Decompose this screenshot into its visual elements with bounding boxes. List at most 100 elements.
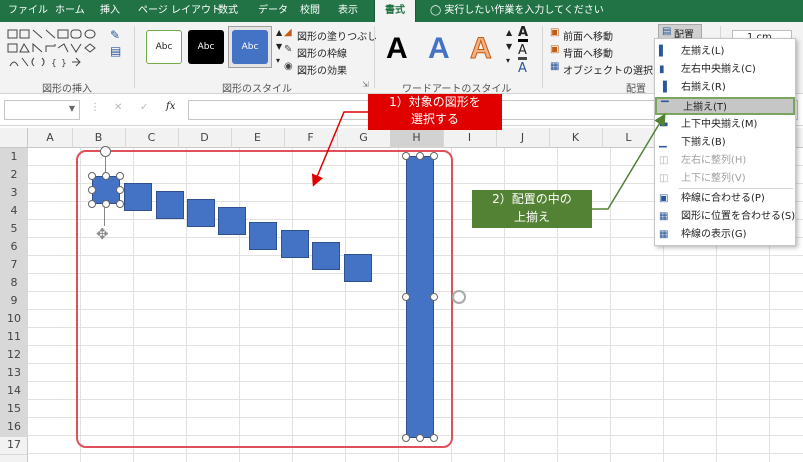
- row-header-1[interactable]: 1: [0, 148, 28, 167]
- column-header-g[interactable]: G: [337, 128, 391, 148]
- row-header-16[interactable]: 16: [0, 418, 28, 437]
- column-header-f[interactable]: F: [284, 128, 338, 148]
- gallery-scroll-up-icon[interactable]: ▲: [276, 28, 282, 37]
- text-outline-icon[interactable]: A: [518, 44, 527, 60]
- tab-format[interactable]: 書式: [374, 0, 416, 22]
- align-middle-icon: ▬: [659, 119, 669, 130]
- callout-step2-line1: 2）配置の中の: [492, 192, 572, 206]
- tab-data[interactable]: データ: [258, 0, 288, 22]
- view-gridlines-icon: ▦: [659, 229, 669, 240]
- row-header-7[interactable]: 7: [0, 256, 28, 275]
- edit-shape-icon[interactable]: ✎: [110, 28, 120, 42]
- cancel-icon[interactable]: ✕: [114, 102, 122, 113]
- wordart-scroll-up-icon[interactable]: ▲: [506, 28, 512, 37]
- gallery-scroll-down-icon[interactable]: ▼: [276, 42, 282, 51]
- enter-icon[interactable]: ✓: [140, 102, 148, 113]
- ribbon-separator: [134, 26, 135, 88]
- menu-item-align-top[interactable]: ▔ 上揃え(T): [655, 97, 795, 115]
- group-label-insert-shapes: 図形の挿入: [42, 84, 92, 95]
- formula-bar-grip-icon: ⋮: [90, 102, 100, 113]
- menu-item-view-gridlines[interactable]: ▦ 枠線の表示(G): [655, 226, 795, 244]
- menu-item-align-bottom[interactable]: ▁ 下揃え(B): [655, 134, 795, 152]
- column-header-h[interactable]: H: [390, 128, 444, 148]
- group-label-shape-styles: 図形のスタイル: [222, 84, 292, 95]
- row-header-10[interactable]: 10: [0, 310, 28, 329]
- bring-forward-button[interactable]: ▣ 前面へ移動: [550, 27, 650, 43]
- shape-outline-button[interactable]: ✎ 図形の枠線: [284, 44, 374, 60]
- shape-style-blue[interactable]: Abc: [232, 30, 268, 64]
- text-box-icon[interactable]: ▤: [110, 44, 121, 58]
- wordart-style-blue[interactable]: A: [428, 32, 450, 66]
- column-header-l[interactable]: L: [602, 128, 656, 148]
- row-header-8[interactable]: 8: [0, 274, 28, 293]
- insert-function-icon[interactable]: fx: [166, 101, 175, 112]
- wordart-more-icon[interactable]: ▾: [506, 56, 510, 65]
- row-header-5[interactable]: 5: [0, 220, 28, 239]
- ribbon-separator: [542, 26, 543, 88]
- row-header-12[interactable]: 12: [0, 346, 28, 365]
- selection-pane-icon: ▦: [550, 61, 560, 72]
- row-header-11[interactable]: 11: [0, 328, 28, 347]
- shape-effects-button[interactable]: ◉ 図形の効果: [284, 61, 374, 77]
- tab-home[interactable]: ホーム: [55, 0, 85, 22]
- row-header-14[interactable]: 14: [0, 382, 28, 401]
- ribbon-separator: [374, 26, 375, 88]
- row-header-9[interactable]: 9: [0, 292, 28, 311]
- shape-style-outline[interactable]: Abc: [146, 30, 182, 64]
- text-fill-icon[interactable]: A: [518, 26, 529, 42]
- dialog-launcher-icon[interactable]: ⇲: [362, 80, 369, 89]
- select-all-corner[interactable]: [0, 128, 28, 148]
- tab-review[interactable]: 校閲: [300, 0, 320, 22]
- callout-step1-line2: 選択する: [410, 112, 459, 126]
- row-header-4[interactable]: 4: [0, 202, 28, 221]
- menu-item-align-center[interactable]: ▮ 左右中央揃え(C): [655, 61, 795, 79]
- menu-item-align-left[interactable]: ▌ 左揃え(L): [655, 43, 795, 61]
- menu-item-label: 図形に位置を合わせる(S): [681, 211, 796, 222]
- menu-item-align-right[interactable]: ▐ 右揃え(R): [655, 79, 795, 97]
- menu-item-snap-to-shape[interactable]: ▦ 図形に位置を合わせる(S): [655, 208, 795, 226]
- column-header-d[interactable]: D: [178, 128, 232, 148]
- tab-file[interactable]: ファイル: [8, 0, 48, 22]
- column-header-j[interactable]: J: [496, 128, 550, 148]
- column-header-c[interactable]: C: [125, 128, 179, 148]
- shape-style-black[interactable]: Abc: [188, 30, 224, 64]
- menu-item-label: 左右中央揃え(C): [681, 64, 756, 75]
- gallery-more-icon[interactable]: ▾: [276, 56, 280, 65]
- wordart-scroll-down-icon[interactable]: ▼: [506, 42, 512, 51]
- row-header-3[interactable]: 3: [0, 184, 28, 203]
- row-header-2[interactable]: 2: [0, 166, 28, 185]
- shape-gallery[interactable]: {}: [6, 28, 106, 72]
- menu-separator: [679, 188, 793, 189]
- send-backward-label: 背面へ移動: [563, 49, 613, 60]
- send-backward-icon: ▣: [550, 44, 560, 55]
- name-box-dropdown-icon[interactable]: ▼: [69, 104, 75, 113]
- send-backward-button[interactable]: ▣ 背面へ移動: [550, 44, 650, 60]
- align-left-icon: ▌: [659, 46, 667, 57]
- wordart-style-black[interactable]: A: [386, 32, 408, 66]
- row-header-17[interactable]: 17: [0, 436, 28, 455]
- name-box[interactable]: ▼: [4, 100, 80, 120]
- snap-to-grid-icon: ▣: [659, 193, 669, 204]
- column-header-a[interactable]: A: [28, 128, 73, 148]
- column-header-k[interactable]: K: [549, 128, 603, 148]
- column-header-e[interactable]: E: [231, 128, 285, 148]
- tell-me-search[interactable]: ◯ 実行したい作業を入力してください: [430, 0, 604, 22]
- menu-item-align-middle[interactable]: ▬ 上下中央揃え(M): [655, 116, 795, 134]
- tab-page-layout[interactable]: ページ レイアウト: [138, 0, 221, 22]
- tab-insert[interactable]: 挿入: [100, 0, 120, 22]
- column-header-b[interactable]: B: [72, 128, 126, 148]
- column-header-i[interactable]: I: [443, 128, 497, 148]
- text-effects-icon[interactable]: A: [518, 62, 527, 75]
- row-header-bar: 1 2 3 4 5 6 7 8 9 10 11 12 13 14 15 16 17: [0, 148, 28, 462]
- row-header-15[interactable]: 15: [0, 400, 28, 419]
- wordart-style-orange[interactable]: A: [470, 32, 493, 66]
- selection-pane-button[interactable]: ▦ オブジェクトの選択と表示: [550, 61, 683, 77]
- tab-formulas[interactable]: 数式: [218, 0, 238, 22]
- row-header-6[interactable]: 6: [0, 238, 28, 257]
- align-icon: ▤: [662, 26, 672, 37]
- shape-fill-button[interactable]: ◢ 図形の塗りつぶし: [284, 27, 377, 43]
- tab-view[interactable]: 表示: [338, 0, 358, 22]
- callout-step2-line2: 上揃え: [513, 210, 550, 224]
- row-header-13[interactable]: 13: [0, 364, 28, 383]
- menu-item-snap-to-grid[interactable]: ▣ 枠線に合わせる(P): [655, 190, 795, 208]
